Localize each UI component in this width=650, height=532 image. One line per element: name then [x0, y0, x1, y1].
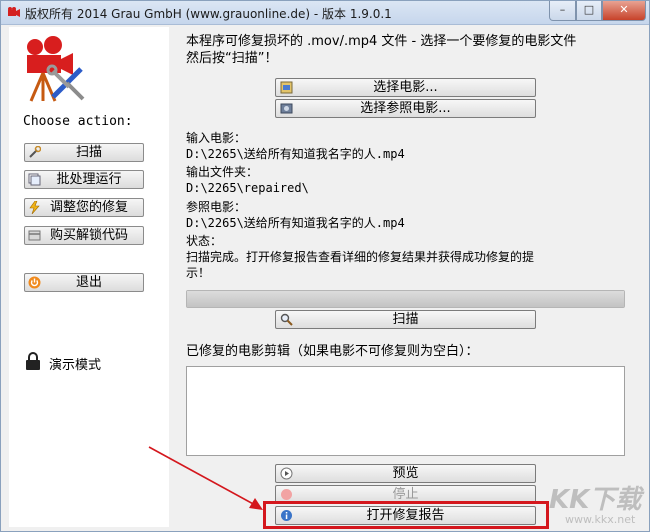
power-icon [28, 276, 41, 289]
scan-action-button[interactable]: 扫描 [24, 143, 144, 162]
maximize-button[interactable]: □ [576, 1, 602, 21]
select-movie-label: 选择电影... [373, 80, 438, 95]
app-window: 版权所有 2014 Grau GmbH (www.grauonline.de) … [0, 0, 650, 532]
exit-label: 退出 [75, 275, 102, 290]
batch-icon [28, 173, 41, 186]
buy-unlock-button[interactable]: 购买解锁代码 [24, 226, 144, 245]
buy-unlock-label: 购买解锁代码 [49, 228, 128, 243]
repaired-clips-list[interactable] [186, 366, 625, 456]
status-text-line2: 示！ [186, 266, 211, 280]
close-button[interactable]: ✕ [602, 1, 646, 21]
minimize-button[interactable]: – [549, 1, 576, 21]
magnifier-icon [280, 313, 293, 326]
app-icon [8, 7, 20, 17]
input-movie-path: D:\2265\送给所有知道我名字的人.mp4 [186, 147, 405, 161]
output-folder-path: D:\2265\repaired\ [186, 181, 309, 195]
exit-button[interactable]: 退出 [24, 273, 144, 292]
select-reference-label: 选择参照电影... [360, 101, 451, 116]
scan-button[interactable]: 扫描 [275, 310, 536, 329]
status-label: 状态： [186, 234, 223, 248]
choose-action-label: Choose action: [23, 114, 133, 129]
reference-movie-label: 参照电影： [186, 200, 247, 214]
stop-button-label: 停止 [392, 487, 419, 502]
camera-tools-logo [27, 36, 85, 102]
movie-file-icon [280, 81, 293, 94]
wrench-icon [29, 146, 41, 158]
watermark-url: www.kkx.net [565, 513, 636, 526]
main-panel: 本程序可修复损坏的 .mov/.mp4 文件 - 选择一个要修复的电影文件 然后… [171, 27, 643, 527]
title-bar: 版权所有 2014 Grau GmbH (www.grauonline.de) … [1, 1, 649, 25]
progress-fill [187, 291, 624, 307]
stop-icon [281, 489, 292, 500]
preview-button[interactable]: 预览 [275, 464, 536, 483]
reference-movie-path: D:\2265\送给所有知道我名字的人.mp4 [186, 216, 405, 230]
lock-icon [26, 352, 40, 370]
lightning-icon [29, 201, 40, 214]
repaired-list-label: 已修复的电影剪辑（如果电影不可修复则为空白）： [186, 344, 479, 359]
scan-action-label: 扫描 [75, 145, 102, 160]
demo-mode-label: 演示模式 [49, 358, 102, 373]
watermark-logo-text: KK下载 [549, 485, 642, 515]
adjust-repair-label: 调整您的修复 [49, 200, 128, 215]
intro-text-line1: 本程序可修复损坏的 .mov/.mp4 文件 - 选择一个要修复的电影文件 [186, 34, 577, 49]
sidebar: Choose action: 扫描 批处理运行 调整您的修复 购买解锁代码 退出… [9, 27, 169, 527]
watermark: KK下载 www.kkx.net [549, 479, 649, 531]
input-movie-label: 输入电影： [186, 131, 247, 145]
card-icon [28, 230, 41, 241]
batch-run-button[interactable]: 批处理运行 [24, 170, 144, 189]
output-folder-label: 输出文件夹： [186, 165, 259, 179]
window-title: 版权所有 2014 Grau GmbH (www.grauonline.de) … [25, 7, 392, 21]
play-icon [280, 467, 293, 480]
reference-file-icon [280, 103, 293, 114]
highlight-box [263, 501, 549, 529]
batch-run-label: 批处理运行 [56, 172, 122, 187]
select-reference-button[interactable]: 选择参照电影... [275, 99, 536, 118]
scan-button-label: 扫描 [392, 312, 419, 327]
status-text-line1: 扫描完成。打开修复报告查看详细的修复结果并获得成功修复的提 [186, 250, 535, 264]
adjust-repair-button[interactable]: 调整您的修复 [24, 198, 144, 217]
progress-bar [186, 290, 625, 308]
select-movie-button[interactable]: 选择电影... [275, 78, 536, 97]
preview-button-label: 预览 [392, 466, 419, 481]
intro-text-line2: 然后按“扫描”！ [186, 51, 278, 66]
